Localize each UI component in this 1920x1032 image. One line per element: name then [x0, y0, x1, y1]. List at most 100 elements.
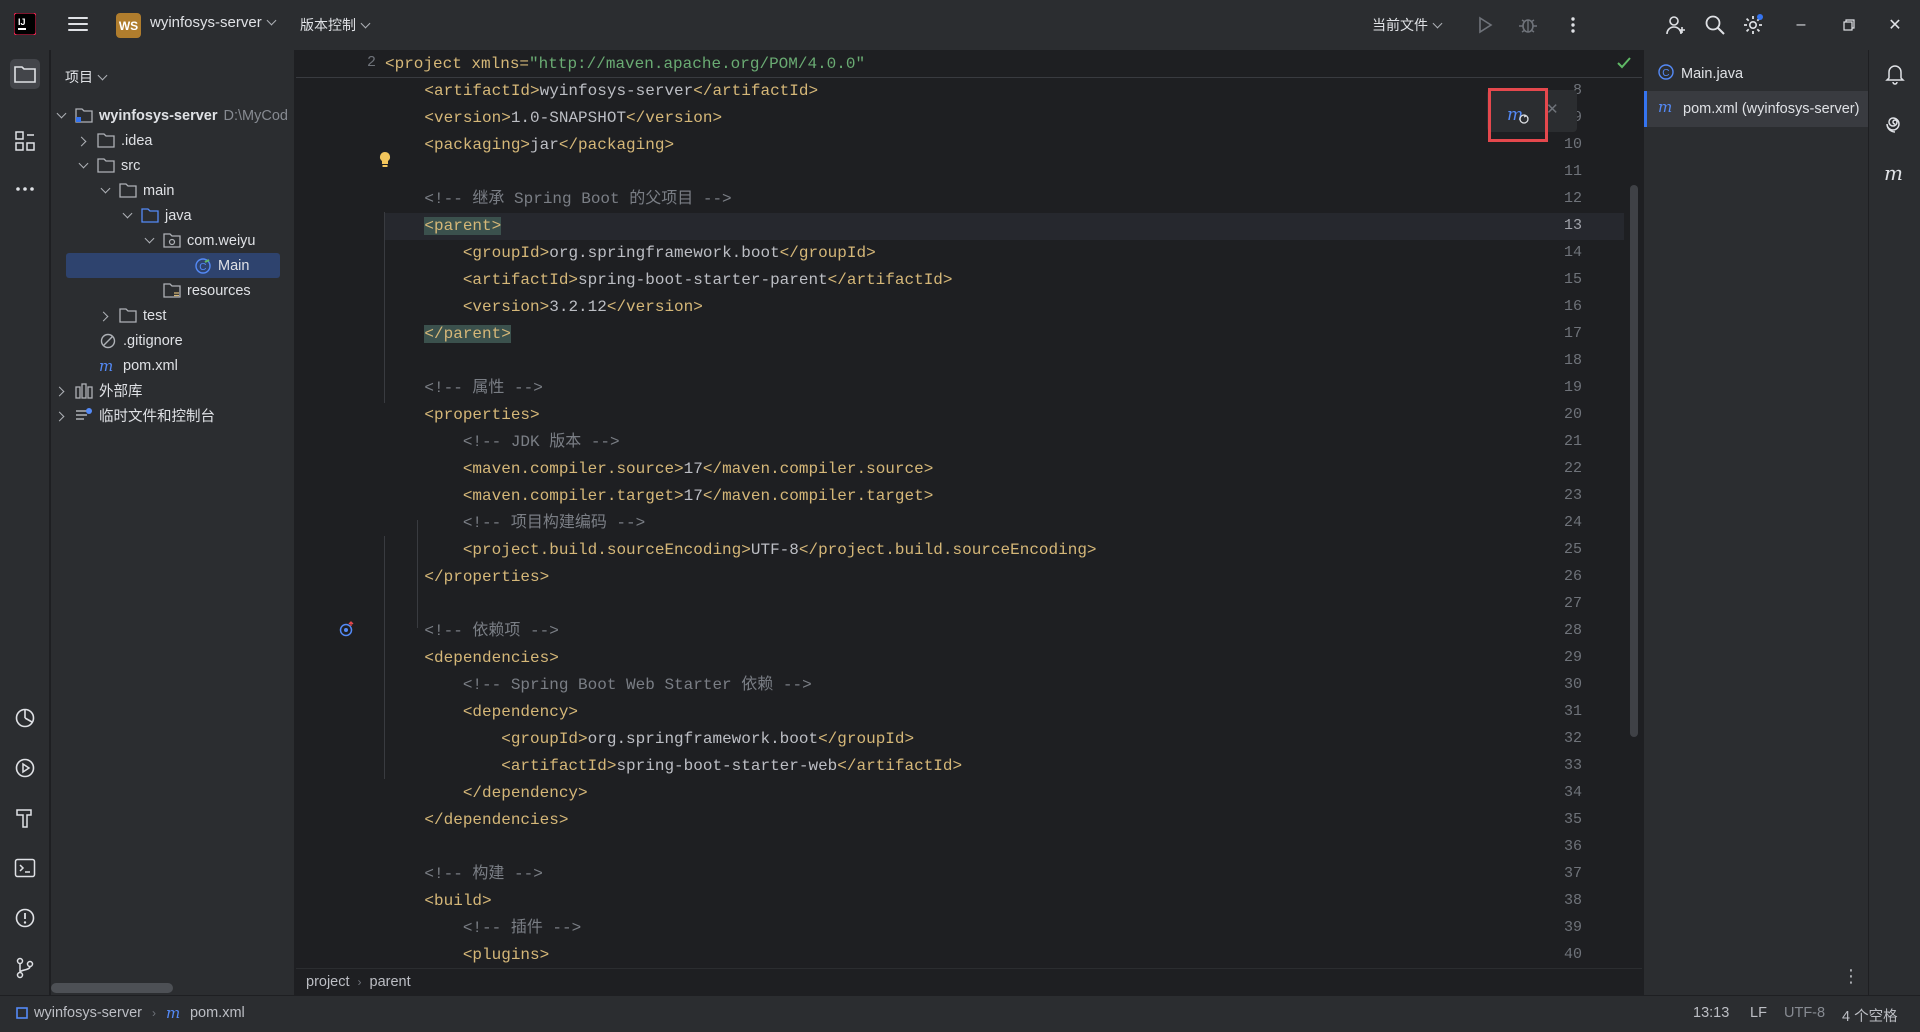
code-line[interactable]: <version>1.0-SNAPSHOT</version>: [386, 105, 722, 132]
code-line[interactable]: <!-- 依赖项 -->: [386, 618, 558, 645]
project-view-selector[interactable]: 项目: [65, 67, 108, 87]
expand-arrow-icon[interactable]: [101, 186, 111, 196]
tree-item-test[interactable]: test: [101, 303, 166, 328]
collapse-arrow-icon[interactable]: [57, 386, 67, 396]
code-line[interactable]: <groupId>org.springframework.boot</group…: [386, 726, 914, 753]
code-line[interactable]: <packaging>jar</packaging>: [386, 132, 674, 159]
code-line[interactable]: <project.build.sourceEncoding>UTF-8</pro…: [386, 537, 1097, 564]
code-line[interactable]: <maven.compiler.target>17</maven.compile…: [386, 483, 933, 510]
code-line[interactable]: <artifactId>spring-boot-starter-parent</…: [386, 267, 953, 294]
tree-item-idea[interactable]: .idea: [79, 128, 152, 153]
ai-assistant-button[interactable]: [1881, 110, 1909, 138]
cursor-position[interactable]: 13:13: [1693, 1005, 1729, 1021]
collapse-arrow-icon[interactable]: [79, 136, 89, 146]
code-line[interactable]: <!-- 插件 -->: [386, 915, 581, 942]
settings-button[interactable]: [1740, 12, 1766, 38]
tree-item-resources[interactable]: resources: [155, 278, 251, 303]
tree-item-pom[interactable]: m pom.xml: [91, 353, 178, 378]
expand-arrow-icon[interactable]: [145, 236, 155, 246]
profiler-tool-button[interactable]: [10, 703, 40, 733]
no-problems-check-icon[interactable]: [1616, 56, 1632, 70]
run-button[interactable]: [1472, 12, 1498, 38]
problems-tool-button[interactable]: [10, 903, 40, 933]
more-vertical-icon[interactable]: ⋮: [1842, 966, 1860, 987]
close-window-button[interactable]: ✕: [1882, 12, 1908, 38]
gutter-override-icon[interactable]: [338, 620, 356, 638]
notifications-button[interactable]: [1881, 60, 1909, 88]
code-line[interactable]: </parent>: [386, 321, 511, 348]
more-actions-button[interactable]: [1560, 12, 1586, 38]
file-encoding[interactable]: UTF-8: [1784, 1005, 1825, 1021]
code-line[interactable]: <plugins>: [386, 942, 549, 968]
tree-item-java[interactable]: java: [123, 203, 192, 228]
status-file[interactable]: pom.xml: [190, 1005, 245, 1021]
expand-arrow-icon[interactable]: [123, 211, 133, 221]
xml-text: UTF-8: [750, 541, 799, 559]
expand-arrow-icon[interactable]: [79, 161, 89, 171]
tree-item-project-root[interactable]: wyinfosys-server D:\MyCod: [57, 103, 294, 128]
code-line[interactable]: <!-- Spring Boot Web Starter 依赖 -->: [386, 672, 812, 699]
recent-file-main-java[interactable]: C Main.java: [1644, 56, 1868, 92]
code-line[interactable]: <dependency>: [386, 699, 578, 726]
code-line[interactable]: <maven.compiler.source>17</maven.compile…: [386, 456, 933, 483]
code-line[interactable]: <properties>: [386, 402, 539, 429]
tree-item-src[interactable]: src: [79, 153, 140, 178]
tree-item-external-libraries[interactable]: 外部库: [57, 378, 143, 403]
sticky-header-line[interactable]: 2 <project xmlns="http://maven.apache.or…: [296, 50, 1642, 78]
maven-tool-button[interactable]: m: [1881, 160, 1909, 188]
code-editor[interactable]: 2 <project xmlns="http://maven.apache.or…: [296, 50, 1642, 968]
vertical-scrollbar[interactable]: [1630, 185, 1638, 737]
add-user-button[interactable]: [1663, 12, 1689, 38]
collapse-arrow-icon[interactable]: [57, 411, 67, 421]
tree-item-gitignore[interactable]: .gitignore: [91, 328, 183, 353]
code-line[interactable]: <!-- 继承 Spring Boot 的父项目 -->: [386, 186, 731, 213]
code-line[interactable]: <!-- 项目构建编码 -->: [386, 510, 645, 537]
close-icon[interactable]: ✕: [1546, 100, 1559, 118]
project-switcher[interactable]: wyinfosys-server: [150, 14, 277, 31]
horizontal-scrollbar[interactable]: [51, 983, 173, 993]
tree-item-scratches[interactable]: 临时文件和控制台: [57, 403, 215, 428]
project-tool-button[interactable]: [10, 59, 40, 89]
code-line[interactable]: </properties>: [386, 564, 549, 591]
code-line[interactable]: <dependencies>: [386, 645, 558, 672]
tree-item-main-class[interactable]: C Main: [66, 253, 280, 278]
recent-file-pom[interactable]: m pom.xml (wyinfosys-server): [1644, 91, 1868, 127]
more-tools-button[interactable]: [10, 174, 40, 204]
tree-item-package[interactable]: com.weiyu: [145, 228, 256, 253]
debug-button[interactable]: [1515, 12, 1541, 38]
services-tool-button[interactable]: [10, 753, 40, 783]
breadcrumb-item[interactable]: parent: [370, 974, 411, 990]
code-line[interactable]: <build>: [386, 888, 491, 915]
code-line[interactable]: <version>3.2.12</version>: [386, 294, 703, 321]
minimize-button[interactable]: –: [1788, 12, 1814, 38]
line-separator[interactable]: LF: [1750, 1005, 1767, 1021]
status-module[interactable]: wyinfosys-server: [34, 1005, 142, 1021]
main-menu-button[interactable]: [66, 13, 90, 37]
load-maven-changes-button[interactable]: m: [1488, 88, 1548, 142]
code-line[interactable]: <artifactId>spring-boot-starter-web</art…: [386, 753, 962, 780]
code-line[interactable]: <!-- 构建 -->: [386, 861, 542, 888]
git-tool-button[interactable]: [10, 953, 40, 983]
intellij-logo-icon[interactable]: IJ: [14, 13, 36, 35]
project-badge[interactable]: WS: [116, 13, 141, 38]
breadcrumb-item[interactable]: project: [306, 974, 350, 990]
code-line[interactable]: </dependencies>: [386, 807, 568, 834]
code-line[interactable]: <!-- 属性 -->: [386, 375, 542, 402]
code-line[interactable]: </dependency>: [386, 780, 588, 807]
vcs-menu[interactable]: 版本控制: [300, 15, 371, 35]
code-line[interactable]: <artifactId>wyinfosys-server</artifactId…: [386, 78, 818, 105]
build-tool-button[interactable]: [10, 803, 40, 833]
code-line[interactable]: <groupId>org.springframework.boot</group…: [386, 240, 876, 267]
terminal-tool-button[interactable]: [10, 853, 40, 883]
search-button[interactable]: [1702, 12, 1728, 38]
indent-setting[interactable]: 4 个空格: [1842, 1005, 1898, 1026]
code-line[interactable]: <parent>: [386, 213, 502, 240]
restore-button[interactable]: [1836, 12, 1862, 38]
structure-tool-button[interactable]: [10, 126, 40, 156]
run-config-selector[interactable]: 当前文件: [1372, 15, 1443, 35]
code-line[interactable]: <!-- JDK 版本 -->: [386, 429, 620, 456]
tree-item-main[interactable]: main: [101, 178, 174, 203]
expand-arrow-icon[interactable]: [57, 111, 67, 121]
collapse-arrow-icon[interactable]: [101, 311, 111, 321]
lightbulb-icon[interactable]: [378, 151, 392, 169]
